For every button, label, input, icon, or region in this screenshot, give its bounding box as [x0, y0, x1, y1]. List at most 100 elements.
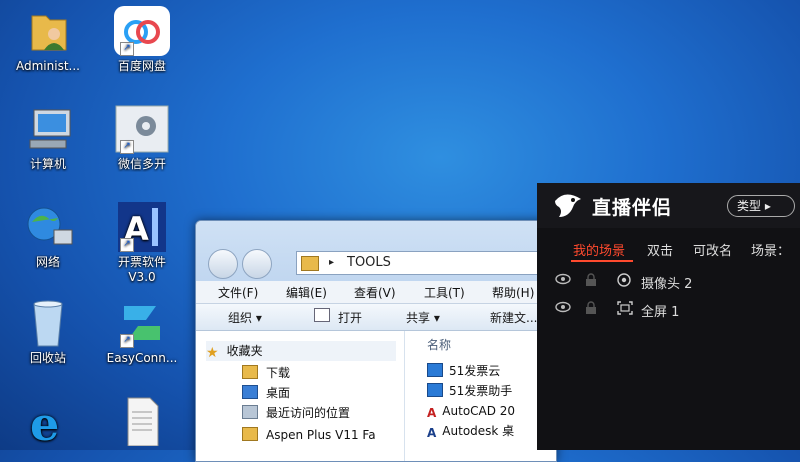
autodesk-icon: A — [427, 426, 437, 440]
shortcut-app-icon — [427, 363, 443, 377]
file-item[interactable]: 51发票助手 — [427, 381, 512, 401]
source-row-fullscreen[interactable]: 全屏 1 — [537, 297, 800, 323]
source-row-camera[interactable]: 摄像头 2 — [537, 269, 800, 295]
shortcut-app-icon — [427, 383, 443, 397]
invoice-software-icon: A ↗ — [114, 202, 170, 252]
menu-file[interactable]: 文件(F) — [218, 284, 258, 301]
shortcut-arrow-icon: ↗ — [120, 42, 134, 56]
navigation-pane: ★ 收藏夹 下载 桌面 最近访问的位置 Aspen Plus V11 Fa — [196, 331, 405, 461]
desktop-icon-administrator[interactable]: Administ... — [2, 6, 94, 74]
file-name: 51发票云 — [449, 364, 501, 378]
command-toolbar: 组织 ▾ 打开 共享 ▾ 新建文... — [196, 304, 556, 331]
nav-item-label: 桌面 — [266, 386, 291, 400]
desktop-icon-easyconnect[interactable]: ↗ EasyConn... — [96, 298, 188, 366]
nav-favorites[interactable]: ★ 收藏夹 — [206, 341, 396, 361]
desktop-icon-label-line2: V3.0 — [128, 270, 156, 284]
open-icon — [314, 308, 330, 322]
desktop-icon-label: 微信多开 — [117, 157, 166, 171]
address-path: TOOLS — [347, 255, 391, 270]
easyconnect-icon: ↗ — [114, 298, 170, 348]
nav-aspen-plus[interactable]: Aspen Plus V11 Fa — [242, 425, 376, 445]
nav-desktop[interactable]: 桌面 — [242, 383, 290, 403]
desktop-icon-computer[interactable]: 计算机 — [2, 104, 94, 172]
desktop-icon-label: EasyConn... — [106, 351, 178, 365]
nav-downloads[interactable]: 下载 — [242, 363, 290, 383]
tab-rename[interactable]: 可改名 — [693, 240, 732, 259]
tab-my-scenes[interactable]: 我的场景 — [573, 240, 625, 259]
recent-places-icon — [242, 405, 258, 419]
type-button[interactable]: 类型 ▸ — [727, 195, 795, 217]
file-item[interactable]: A AutoCAD 20 — [427, 401, 515, 421]
desktop-icon-wechat-multi[interactable]: ↗ 微信多开 — [96, 104, 188, 172]
share-button[interactable]: 共享 ▾ — [406, 309, 440, 326]
organize-button[interactable]: 组织 ▾ — [228, 309, 262, 326]
eye-icon[interactable] — [555, 273, 571, 289]
baidu-netdisk-icon: ↗ — [114, 6, 170, 56]
scene-tabs: 我的场景 双击 可改名 场景： — [537, 240, 800, 262]
star-icon: ★ — [206, 345, 219, 361]
desktop-icon — [242, 385, 258, 399]
desktop-icon-baidu-netdisk[interactable]: ↗ 百度网盘 — [96, 6, 188, 74]
tab-scene[interactable]: 场景： — [751, 240, 790, 259]
autocad-icon: A — [427, 406, 437, 420]
source-label: 全屏 1 — [641, 305, 680, 320]
internet-explorer-icon: e — [20, 396, 76, 451]
lock-icon[interactable] — [585, 273, 597, 290]
user-folder-icon — [20, 6, 76, 56]
nav-item-label: Aspen Plus V11 Fa — [266, 428, 376, 442]
desktop-icon-label: 网络 — [35, 255, 60, 269]
desktop-icon-label: Administ... — [16, 59, 80, 73]
desktop-icon-ie[interactable]: e — [2, 396, 94, 451]
address-bar[interactable]: ▸ TOOLS — [296, 251, 556, 275]
file-list-pane: 名称 51发票云 51发票助手 A AutoCAD 20 A Autodesk 桌 — [405, 331, 556, 461]
tab-double-click[interactable]: 双击 — [647, 240, 673, 259]
desktop-icon-new-text-file[interactable] — [96, 396, 188, 449]
menu-edit[interactable]: 编辑(E) — [286, 284, 327, 301]
nav-recent-places[interactable]: 最近访问的位置 — [242, 403, 350, 423]
menu-bar: 文件(F) 编辑(E) 查看(V) 工具(T) 帮助(H) — [196, 281, 556, 304]
file-item[interactable]: A Autodesk 桌 — [427, 421, 514, 441]
fullscreen-icon — [617, 301, 633, 319]
nav-item-label: 收藏夹 — [226, 344, 263, 358]
forward-button[interactable] — [242, 249, 272, 279]
folder-icon — [242, 427, 258, 441]
live-companion-panel: 直播伴侣 类型 ▸ 我的场景 双击 可改名 场景： 摄像头 2 全屏 1 — [537, 183, 800, 450]
nav-item-label: 下载 — [266, 366, 291, 380]
file-name: AutoCAD 20 — [442, 404, 516, 418]
live-logo-icon — [555, 194, 581, 217]
desktop-icon-label: 百度网盘 — [117, 59, 166, 73]
camera-icon — [617, 273, 631, 291]
lock-icon[interactable] — [585, 301, 597, 318]
column-header-name[interactable]: 名称 — [427, 335, 451, 355]
download-folder-icon — [242, 365, 258, 379]
desktop-icon-network[interactable]: 网络 — [2, 202, 94, 270]
new-folder-button[interactable]: 新建文... — [490, 309, 537, 326]
eye-icon[interactable] — [555, 301, 571, 317]
menu-help[interactable]: 帮助(H) — [492, 284, 534, 301]
menu-view[interactable]: 查看(V) — [354, 284, 396, 301]
desktop-icon-label: 计算机 — [29, 157, 66, 171]
desktop-icon-label: 开票软件 — [117, 255, 166, 269]
file-name: Autodesk 桌 — [442, 424, 515, 438]
network-globe-icon — [20, 202, 76, 252]
open-button[interactable]: 打开 — [338, 309, 362, 326]
wechat-multi-icon: ↗ — [114, 104, 170, 154]
folder-icon — [301, 256, 319, 271]
text-document-icon — [114, 396, 170, 447]
breadcrumb-arrow-icon: ▸ — [329, 257, 335, 268]
shortcut-arrow-icon: ↗ — [120, 140, 134, 154]
shortcut-arrow-icon: ↗ — [120, 334, 134, 348]
file-item[interactable]: 51发票云 — [427, 361, 500, 381]
file-name: 51发票助手 — [449, 384, 513, 398]
desktop-icon-invoice-software[interactable]: A ↗ 开票软件 V3.0 — [96, 202, 188, 285]
desktop-icon-label: 回收站 — [29, 351, 66, 365]
menu-tools[interactable]: 工具(T) — [424, 284, 465, 301]
svg-text:e: e — [30, 397, 59, 446]
recycle-bin-icon — [20, 298, 76, 348]
live-brand-title: 直播伴侣 — [592, 197, 673, 219]
explorer-window[interactable]: ▸ TOOLS 文件(F) 编辑(E) 查看(V) 工具(T) 帮助(H) 组织… — [195, 220, 557, 462]
active-tab-underline — [571, 260, 633, 262]
live-panel-header: 直播伴侣 类型 ▸ — [537, 183, 800, 228]
back-button[interactable] — [208, 249, 238, 279]
desktop-icon-recycle-bin[interactable]: 回收站 — [2, 298, 94, 366]
